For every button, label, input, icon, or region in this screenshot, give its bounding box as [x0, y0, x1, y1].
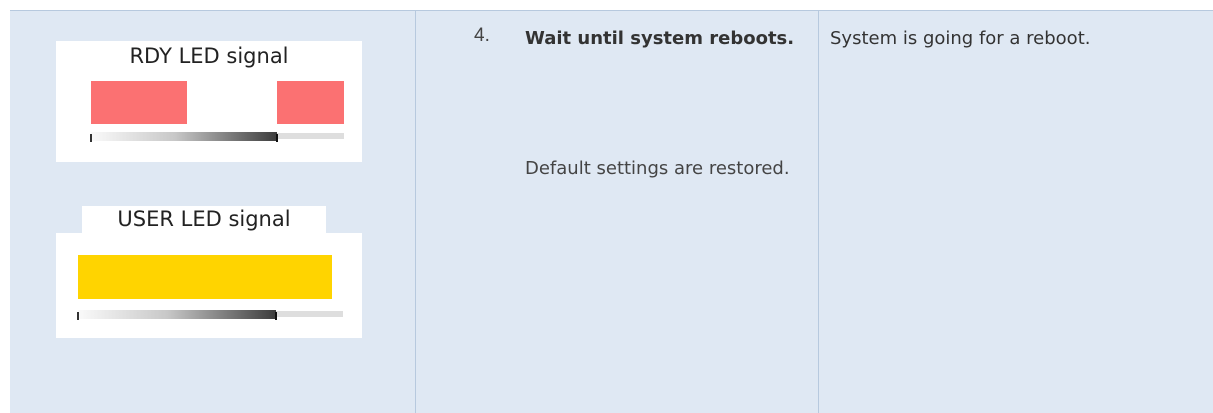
user-timeline-remaining	[276, 311, 343, 317]
step-detail: Default settings are restored.	[525, 158, 790, 179]
user-led-on-block	[78, 255, 332, 299]
rdy-timeline-start-tick	[90, 134, 92, 142]
rdy-timeline-remaining	[277, 133, 344, 139]
step-number: 4.	[474, 25, 490, 46]
user-led-panel	[56, 233, 362, 338]
procedure-table-row: RDY LED signal USER LED signal 4. Wait u…	[10, 10, 1213, 413]
user-led-label: USER LED signal	[117, 207, 291, 231]
user-timeline-bar	[78, 310, 276, 319]
result-text: System is going for a reboot.	[830, 28, 1091, 49]
rdy-led-panel: RDY LED signal	[56, 41, 362, 162]
user-timeline-end-tick	[275, 312, 277, 320]
led-signal-cell: RDY LED signal USER LED signal	[10, 11, 415, 413]
rdy-led-on-block-2	[277, 81, 344, 124]
rdy-timeline-bar	[91, 132, 277, 141]
action-cell: 4. Wait until system reboots. Default se…	[415, 11, 819, 413]
step-title: Wait until system reboots.	[525, 28, 795, 49]
result-cell: System is going for a reboot.	[818, 11, 1213, 413]
user-timeline-start-tick	[77, 312, 79, 320]
rdy-led-label: RDY LED signal	[129, 44, 289, 68]
rdy-timeline-end-tick	[276, 134, 278, 142]
rdy-led-on-block-1	[91, 81, 187, 124]
